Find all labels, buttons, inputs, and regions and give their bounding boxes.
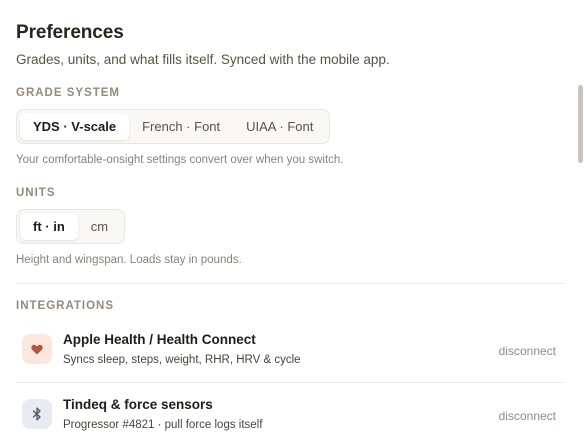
grade-system-hint: Your comfortable-onsight settings conver…	[16, 154, 344, 166]
integration-tindeq: Tindeq & force sensors Progressor #4821 …	[16, 389, 564, 444]
disconnect-button[interactable]: disconnect	[499, 344, 556, 358]
units-selector: ft · in cm	[16, 209, 126, 244]
preferences-page: Preferences Grades, units, and what fill…	[0, 0, 584, 444]
grade-system-label: GRADE SYSTEM	[16, 87, 121, 99]
grade-option-uiaa[interactable]: UIAA · Font	[233, 113, 326, 140]
page-subtitle: Grades, units, and what fills itself. Sy…	[16, 52, 390, 67]
heart-icon-glyph	[31, 344, 43, 354]
units-option-cm[interactable]: cm	[78, 213, 121, 240]
disconnect-button[interactable]: disconnect	[499, 409, 556, 423]
grade-option-yds[interactable]: YDS · V-scale	[20, 113, 130, 140]
section-divider	[16, 283, 564, 284]
heart-icon	[22, 334, 52, 364]
scrollbar-thumb[interactable]	[578, 85, 583, 163]
units-label: UNITS	[16, 187, 56, 199]
grade-option-french[interactable]: French · Font	[129, 113, 233, 140]
grade-system-selector: YDS · V-scale French · Font UIAA · Font	[16, 109, 331, 144]
integration-description: Progressor #4821 · pull force logs itsel…	[63, 419, 263, 431]
bluetooth-icon-glyph	[32, 407, 41, 421]
page-title: Preferences	[16, 22, 124, 43]
integration-apple-health: Apple Health / Health Connect Syncs slee…	[16, 324, 564, 388]
integration-divider	[16, 382, 564, 383]
scrollbar[interactable]	[576, 0, 584, 444]
integration-name: Apple Health / Health Connect	[63, 332, 256, 347]
integration-name: Tindeq & force sensors	[63, 397, 213, 412]
bluetooth-icon	[22, 399, 52, 429]
units-hint: Height and wingspan. Loads stay in pound…	[16, 254, 242, 266]
units-option-ft-in[interactable]: ft · in	[20, 213, 78, 240]
integrations-label: INTEGRATIONS	[16, 300, 115, 312]
integration-description: Syncs sleep, steps, weight, RHR, HRV & c…	[63, 354, 301, 366]
